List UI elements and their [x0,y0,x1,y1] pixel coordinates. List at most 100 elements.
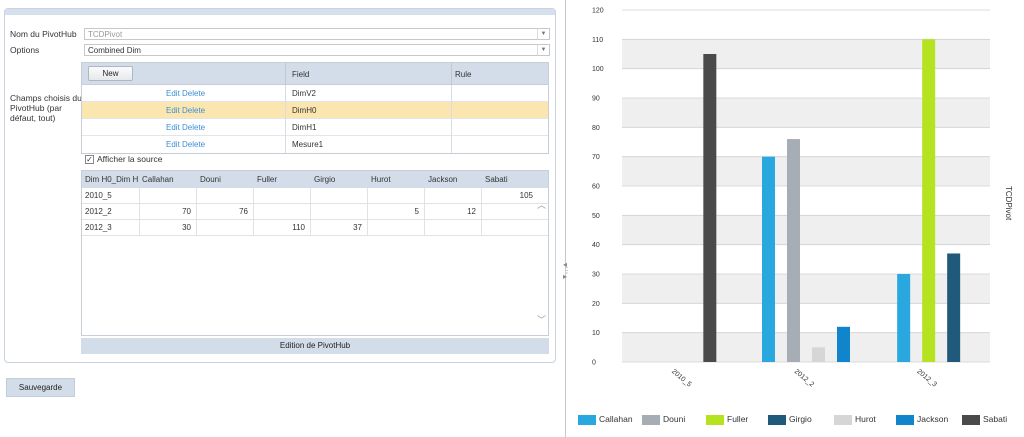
legend-swatch [642,415,660,425]
edit-delete-links[interactable]: Edit Delete [166,123,205,132]
show-source-checkbox[interactable]: ✓ [85,155,94,164]
source-header-cell: Douni [200,175,221,184]
pivot-chart: 0 10 20 30 40 50 60 70 80 90 100 110 120 2010_5 2012_2… [570,0,1024,437]
source-table-row: 2012_3 30 110 37 [82,220,548,236]
name-dropdown[interactable]: TCDPivot ▼ [84,28,550,40]
source-header-cell: Hurot [371,175,391,184]
chevron-down-icon[interactable]: ▼ [537,45,549,55]
edit-delete-links[interactable]: Edit Delete [166,89,205,98]
edit-delete-links[interactable]: Edit Delete [166,140,205,149]
options-dropdown[interactable]: Combined Dim ▼ [84,44,550,56]
scroll-up-icon[interactable]: ︿ [537,198,546,211]
y-tick-label: 90 [592,96,600,103]
source-header-cell: Fuller [257,175,278,184]
source-table: Dim H0_Dim H Callahan Douni Fuller Girgi… [81,170,549,336]
source-table-row: 2012_2 70 76 5 12 [82,204,548,220]
source-cell: 76 [239,207,248,216]
source-cell: 2012_2 [85,207,112,216]
options-label: Options [10,45,40,55]
table-row[interactable]: Edit Delete Mesure1 [82,136,548,153]
source-header-cell: Jackson [428,175,458,184]
y-tick-label: 60 [592,184,600,191]
legend-label: Jackson [917,414,949,424]
field-cell: DimH0 [292,106,317,115]
y-tick-label: 10 [592,330,600,337]
x-tick-label: 2012_3 [915,368,937,388]
x-tick-label: 2010_5 [670,368,692,388]
legend-label: Callahan [599,414,633,424]
legend-label: Hurot [855,414,876,424]
source-cell: 5 [414,207,419,216]
pivothub-editor: Nom du PivotHub TCDPivot ▼ Options Combi… [0,0,560,437]
edit-pivothub-button[interactable]: Edition de PivotHub [81,338,549,354]
edit-delete-links[interactable]: Edit Delete [166,106,205,115]
column-divider [451,63,452,85]
bar-hurot-2012_2[interactable] [812,347,825,362]
source-cell: 70 [182,207,191,216]
name-value: TCDPivot [88,30,123,39]
source-cell: 2010_5 [85,191,112,200]
source-header-cell: Dim H0_Dim H [85,175,139,184]
fields-label: Champs choisis du PivotHub (par défaut, … [10,93,82,123]
bar-girgio-2012_3[interactable] [947,253,961,362]
rule-column-header: Rule [455,70,472,79]
y-tick-label: 50 [592,213,600,220]
source-header-cell: Callahan [142,175,174,184]
fields-grid-header: New Field Rule [82,63,548,85]
legend-swatch [962,415,980,425]
options-value: Combined Dim [88,46,141,55]
y-tick-label: 70 [592,154,600,161]
source-cell: 110 [292,223,305,232]
column-divider [285,63,286,85]
chart-legend: Callahan Douni Fuller Girgio Hurot Jackson Sab… [578,414,1018,428]
new-button[interactable]: New [88,66,133,81]
panel-header-bar [5,9,555,15]
x-tick-label: 2012_2 [793,368,815,388]
y-tick-label: 30 [592,272,600,279]
legend-swatch [834,415,852,425]
y-tick-label: 80 [592,125,600,132]
y-tick-label: 120 [592,8,604,15]
legend-label: Girgio [789,414,812,424]
legend-swatch [578,415,596,425]
save-button[interactable]: Sauvegarde [6,378,75,397]
field-cell: DimH1 [292,123,317,132]
panel-splitter[interactable] [565,0,566,437]
name-label: Nom du PivotHub [10,29,77,39]
y-tick-label: 40 [592,242,600,249]
field-column-header: Field [292,70,310,79]
chevron-down-icon[interactable]: ▼ [537,29,549,39]
source-cell: 12 [467,207,476,216]
table-row[interactable]: Edit Delete DimH1 [82,119,548,136]
source-header-cell: Sabati [485,175,508,184]
show-source-label: Afficher la source [97,154,163,164]
field-cell: Mesure1 [292,140,324,149]
table-row-selected[interactable]: Edit Delete DimH0 [82,102,548,119]
bar-callahan-2012_3[interactable] [897,274,911,362]
source-header-cell: Girgio [314,175,336,184]
y-tick-label: 110 [592,37,603,44]
fields-grid: New Field Rule Edit Delete DimV2 Edit De… [81,62,549,154]
y-tick-label: 0 [592,360,596,367]
bar-sabati-2010_5[interactable] [703,54,717,362]
table-row[interactable]: Edit Delete DimV2 [82,85,548,102]
source-table-body: 2010_5 105 2012_2 70 76 5 12 2012_3 30 110 37 [82,188,548,236]
source-table-row: 2010_5 105 [82,188,548,204]
bar-callahan-2012_2[interactable] [762,156,775,362]
source-cell: 105 [519,191,533,200]
legend-swatch [768,415,786,425]
bar-chart-svg: 0 10 20 30 40 50 60 70 80 90 100 110 120 2010_5 2012_2… [592,8,990,389]
bar-jackson-2012_2[interactable] [837,326,850,362]
scroll-down-icon[interactable]: ﹀ [537,313,546,326]
legend-swatch [706,415,724,425]
legend-swatch [896,415,914,425]
source-cell: 37 [353,223,362,232]
y-tick-label: 20 [592,301,600,308]
y-axis-title: TCDPivot [1004,186,1013,221]
source-cell: 30 [182,223,191,232]
legend-label: Douni [663,414,686,424]
field-cell: DimV2 [292,89,317,98]
bar-douni-2012_2[interactable] [787,139,800,362]
bar-fuller-2012_3[interactable] [922,39,936,362]
source-table-header: Dim H0_Dim H Callahan Douni Fuller Girgi… [82,171,548,188]
